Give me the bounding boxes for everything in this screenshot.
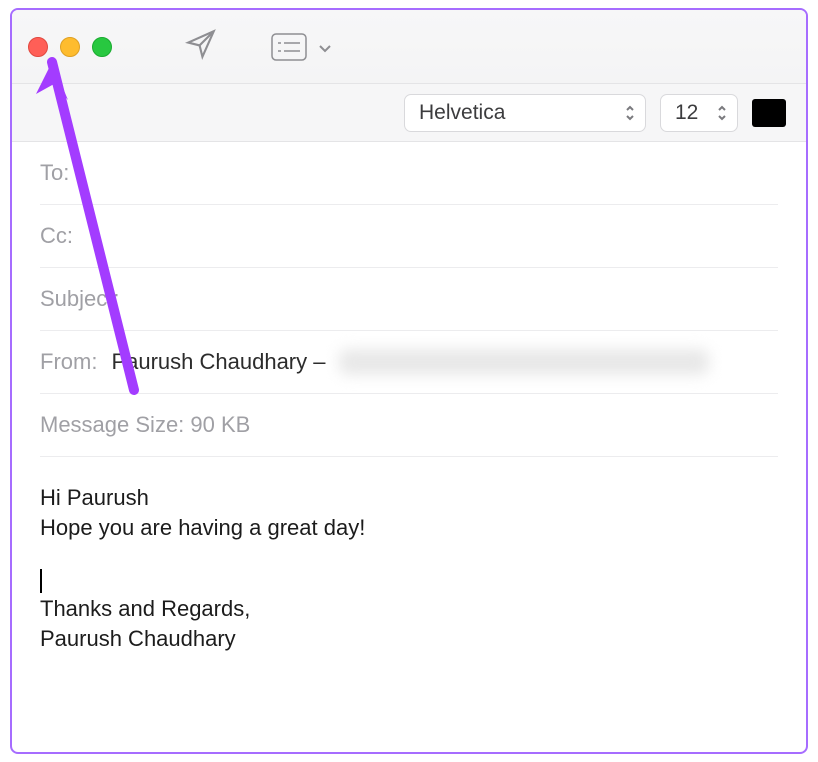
- body-signoff-1: Thanks and Regards,: [40, 594, 778, 624]
- from-row[interactable]: From: Paurush Chaudhary –: [40, 331, 778, 394]
- body-cursor-line: [40, 564, 778, 594]
- send-button[interactable]: [184, 27, 218, 66]
- cc-row[interactable]: Cc:: [40, 205, 778, 268]
- paper-plane-icon: [184, 27, 218, 61]
- body-signoff-2: Paurush Chaudhary: [40, 624, 778, 654]
- text-cursor-icon: [40, 569, 42, 593]
- to-label: To:: [40, 160, 69, 186]
- font-size-value: 12: [675, 101, 698, 125]
- message-body[interactable]: Hi Paurush Hope you are having a great d…: [12, 457, 806, 679]
- list-box-icon: [270, 32, 308, 62]
- to-row[interactable]: To:: [40, 142, 778, 205]
- message-headers: To: Cc: Subject: From: Paurush Chaudhary…: [12, 142, 806, 457]
- format-bar: Helvetica 12: [12, 84, 806, 142]
- zoom-window-button[interactable]: [92, 37, 112, 57]
- subject-label: Subject:: [40, 286, 120, 312]
- traffic-lights: [28, 37, 112, 57]
- from-label: From:: [40, 349, 97, 375]
- stepper-icon: [717, 105, 727, 121]
- body-line-1: Hi Paurush: [40, 483, 778, 513]
- toolbar: [184, 27, 340, 66]
- from-email-redacted: [339, 349, 709, 375]
- font-family-value: Helvetica: [419, 101, 505, 125]
- stepper-icon: [625, 105, 635, 121]
- font-family-select[interactable]: Helvetica: [404, 94, 646, 132]
- from-name: Paurush Chaudhary –: [111, 349, 325, 375]
- body-line-2: Hope you are having a great day!: [40, 513, 778, 543]
- subject-row[interactable]: Subject:: [40, 268, 778, 331]
- compose-window: Helvetica 12 To: Cc: Subject: From: Pa: [10, 8, 808, 754]
- message-size-label: Message Size: 90 KB: [40, 412, 250, 438]
- font-size-select[interactable]: 12: [660, 94, 738, 132]
- titlebar: [12, 10, 806, 84]
- cc-label: Cc:: [40, 223, 73, 249]
- header-fields-dropdown[interactable]: [262, 28, 340, 66]
- close-window-button[interactable]: [28, 37, 48, 57]
- message-size-row: Message Size: 90 KB: [40, 394, 778, 457]
- text-color-swatch[interactable]: [752, 99, 786, 127]
- minimize-window-button[interactable]: [60, 37, 80, 57]
- chevron-down-icon: [318, 40, 332, 54]
